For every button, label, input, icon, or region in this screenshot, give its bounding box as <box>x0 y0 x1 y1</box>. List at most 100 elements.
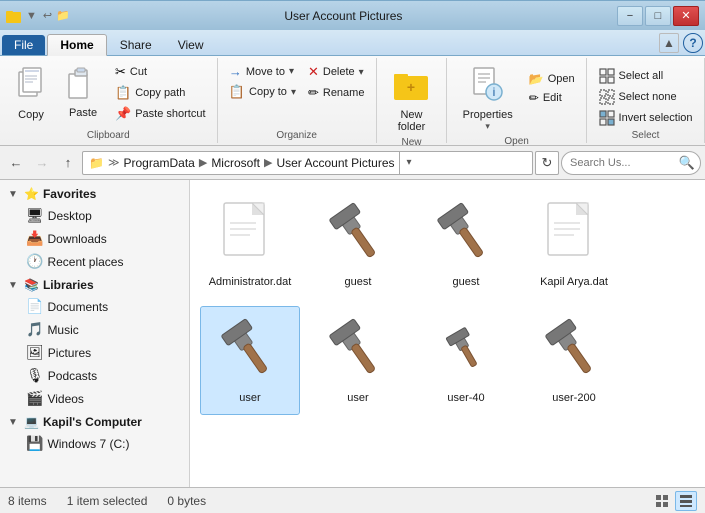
file-icon-wrapper-administrator <box>214 199 286 271</box>
paste-icon <box>67 66 99 105</box>
new-group: + New folder New <box>377 58 447 143</box>
details-view-button[interactable] <box>675 491 697 511</box>
open-icon: 📂 <box>529 72 544 86</box>
properties-button[interactable]: i Properties ▾ <box>455 62 521 136</box>
address-dropdown[interactable]: ▾ <box>399 151 419 175</box>
open-group-label: Open <box>504 136 528 149</box>
select-buttons: Select all Select none Invert se <box>595 66 697 128</box>
refresh-button[interactable]: ↻ <box>535 151 559 175</box>
hammer-icon-user2 <box>323 316 393 386</box>
title-controls: − □ ✕ <box>617 6 699 26</box>
sidebar-item-downloads[interactable]: 📥 Downloads <box>0 227 189 250</box>
sidebar-item-music[interactable]: 🎵 Music <box>0 318 189 341</box>
status-left: 8 items 1 item selected 0 bytes <box>8 494 206 508</box>
file-user40[interactable]: user-40 <box>416 306 516 414</box>
new-group-label: New <box>401 137 421 150</box>
paste-shortcut-label: Paste shortcut <box>135 108 205 120</box>
hammer-icon-user40 <box>441 326 491 376</box>
collapse-ribbon-button[interactable]: ▲ <box>659 33 679 53</box>
tab-home[interactable]: Home <box>47 34 106 56</box>
file-user1[interactable]: user <box>200 306 300 414</box>
clipboard-group: Copy Paste ✂ Cut <box>0 58 218 143</box>
file-guest2[interactable]: guest <box>416 190 516 298</box>
open-small-buttons: 📂 Open ✏ Edit <box>525 70 579 107</box>
paste-shortcut-button[interactable]: 📌 Paste shortcut <box>111 104 210 124</box>
path-programdata[interactable]: ProgramData <box>123 156 194 170</box>
help-button[interactable]: ? <box>683 33 703 53</box>
search-input[interactable] <box>561 151 701 175</box>
document-icon-administrator <box>222 201 278 269</box>
sidebar-item-windows7[interactable]: 💾 Windows 7 (C:) <box>0 432 189 455</box>
minimize-button[interactable]: − <box>617 6 643 26</box>
file-label-user40: user-40 <box>447 391 484 405</box>
content-area: Administrator.dat guest <box>190 180 705 487</box>
tab-share[interactable]: Share <box>107 34 165 55</box>
file-administrator[interactable]: Administrator.dat <box>200 190 300 298</box>
libraries-icon: 📚 <box>24 278 39 292</box>
desktop-label: Desktop <box>48 209 92 223</box>
file-user2[interactable]: user <box>308 306 408 414</box>
sidebar-item-videos[interactable]: 🎬 Videos <box>0 387 189 410</box>
new-folder-icon: + <box>392 66 430 107</box>
cut-button[interactable]: ✂ Cut <box>111 62 210 82</box>
file-icon-wrapper-user2 <box>322 315 394 387</box>
search-wrapper: 🔍 <box>561 151 701 175</box>
cut-icon: ✂ <box>115 64 126 80</box>
document-icon-kapil <box>546 201 602 269</box>
file-guest1[interactable]: guest <box>308 190 408 298</box>
clipboard-group-label: Clipboard <box>87 130 130 143</box>
back-button[interactable]: ← <box>4 151 28 175</box>
open-items: i Properties ▾ 📂 Open ✏ Edit <box>455 62 579 136</box>
icon-view-button[interactable] <box>651 491 673 511</box>
close-button[interactable]: ✕ <box>673 6 699 26</box>
copy-to-button[interactable]: 📋 Copy to ▾ <box>225 82 300 102</box>
rename-button[interactable]: ✏ Rename <box>304 83 368 103</box>
downloads-label: Downloads <box>47 232 106 246</box>
downloads-icon: 📥 <box>26 230 43 247</box>
invert-selection-button[interactable]: Invert selection <box>595 108 697 128</box>
favorites-expand-icon: ▼ <box>8 189 20 200</box>
forward-button[interactable]: → <box>30 151 54 175</box>
up-button[interactable]: ↑ <box>56 151 80 175</box>
sidebar-header-favorites[interactable]: ▼ ⭐ Favorites <box>0 184 189 204</box>
path-sep3: ▶ <box>264 156 272 169</box>
select-none-button[interactable]: Select none <box>595 87 697 107</box>
sidebar-header-computer[interactable]: ▼ 💻 Kapil's Computer <box>0 412 189 432</box>
sidebar-section-libraries: ▼ 📚 Libraries 📄 Documents 🎵 Music 🖼 Pict… <box>0 275 189 410</box>
maximize-button[interactable]: □ <box>645 6 671 26</box>
file-icon-wrapper-user40 <box>430 315 502 387</box>
new-folder-button[interactable]: + New folder <box>384 62 438 137</box>
sidebar-item-documents[interactable]: 📄 Documents <box>0 295 189 318</box>
move-to-button[interactable]: → Move to ▾ <box>225 62 300 81</box>
sidebar-item-desktop[interactable]: 🖥 Desktop <box>0 204 189 227</box>
delete-button[interactable]: ✕ Delete ▾ <box>304 62 368 82</box>
sidebar-item-podcasts[interactable]: 🎙 Podcasts <box>0 364 189 387</box>
ribbon: Copy Paste ✂ Cut <box>0 56 705 146</box>
sidebar-item-pictures[interactable]: 🖼 Pictures <box>0 341 189 364</box>
cut-label: Cut <box>130 66 147 78</box>
tab-file[interactable]: File <box>2 35 45 55</box>
properties-icon: i <box>470 66 506 107</box>
select-all-icon <box>599 68 615 84</box>
tab-view[interactable]: View <box>165 34 217 55</box>
libraries-expand-icon: ▼ <box>8 280 20 291</box>
window-title: User Account Pictures <box>70 9 617 23</box>
address-path[interactable]: 📁 ≫ ProgramData ▶ Microsoft ▶ User Accou… <box>82 151 533 175</box>
copy-path-button[interactable]: 📋 Copy path <box>111 83 210 103</box>
path-microsoft[interactable]: Microsoft <box>211 156 260 170</box>
move-to-icon: → <box>229 64 242 79</box>
favorites-label: Favorites <box>43 187 96 201</box>
sidebar-item-recent[interactable]: 🕐 Recent places <box>0 250 189 273</box>
delete-arrow: ▾ <box>359 67 364 78</box>
computer-label: Kapil's Computer <box>43 415 142 429</box>
file-user200[interactable]: user-200 <box>524 306 624 414</box>
paste-button[interactable]: Paste <box>59 62 107 123</box>
edit-button[interactable]: ✏ Edit <box>525 89 579 107</box>
path-uap[interactable]: User Account Pictures <box>276 156 394 170</box>
sidebar-header-libraries[interactable]: ▼ 📚 Libraries <box>0 275 189 295</box>
file-kapil[interactable]: Kapil Arya.dat <box>524 190 624 298</box>
copy-button[interactable]: Copy <box>7 62 55 125</box>
select-all-button[interactable]: Select all <box>595 66 697 86</box>
svg-text:+: + <box>407 79 415 95</box>
open-button[interactable]: 📂 Open <box>525 70 579 88</box>
